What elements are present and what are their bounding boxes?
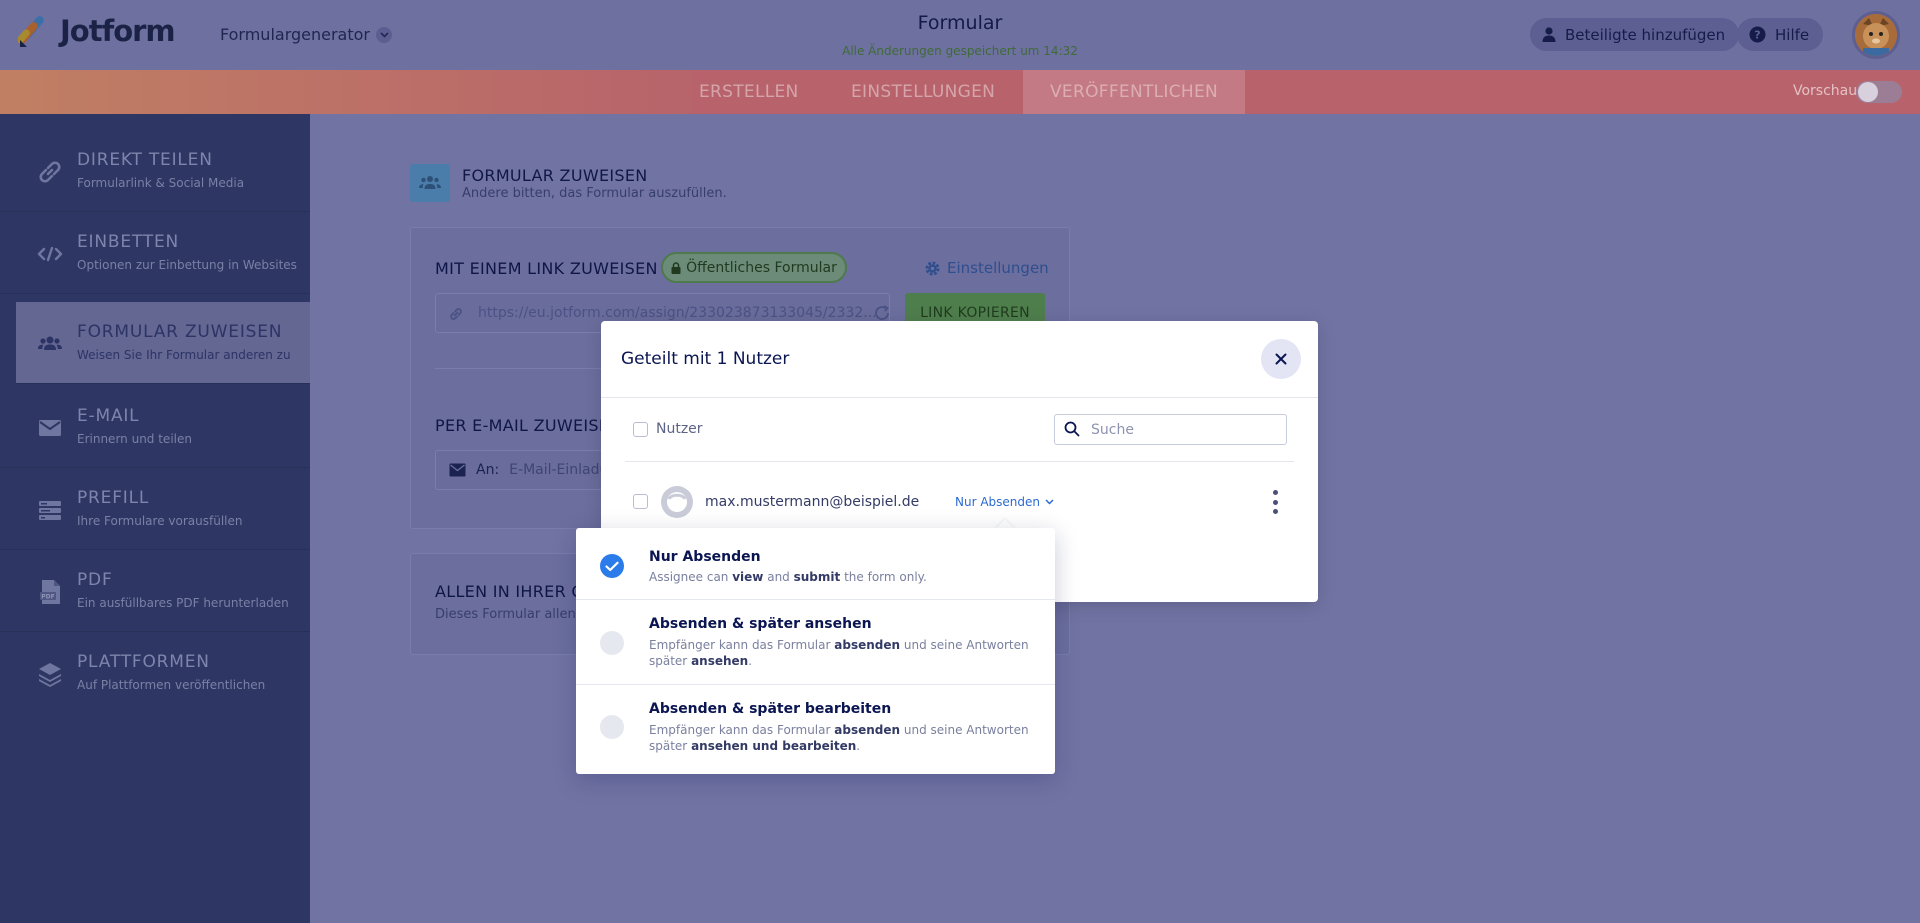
- sidebar-item-subtitle: Erinnern und teilen: [77, 432, 192, 446]
- user-email: max.mustermann@beispiel.de: [705, 494, 920, 510]
- help-icon: ?: [1749, 26, 1766, 43]
- role-option-desc: Empfänger kann das Formular absenden und…: [649, 638, 1029, 668]
- user-icon: [1542, 27, 1556, 42]
- assign-section-icon: [410, 164, 450, 202]
- user-more-options-icon[interactable]: [1272, 490, 1278, 514]
- close-modal-button[interactable]: [1261, 339, 1301, 379]
- role-dropdown-menu: Nur Absenden Assignee can view and submi…: [576, 528, 1055, 774]
- settings-label: Einstellungen: [947, 259, 1049, 277]
- user-role-dropdown[interactable]: Nur Absenden: [955, 495, 1054, 509]
- sidebar-item-direct-share[interactable]: DIREKT TEILEN Formularlink & Social Medi…: [0, 130, 310, 212]
- org-assign-label: ALLEN IN IHRER O: [435, 582, 585, 601]
- pdf-icon: PDF: [36, 578, 64, 606]
- email-invite-placeholder: E-Mail-Einladu: [509, 462, 609, 478]
- tab-publish[interactable]: VERÖFFENTLICHEN: [1023, 70, 1246, 114]
- user-row-checkbox[interactable]: [633, 494, 648, 509]
- help-label: Hilfe: [1775, 25, 1810, 44]
- preview-label: Vorschau: [1793, 83, 1858, 99]
- public-form-badge[interactable]: Öffentliches Formular: [661, 252, 847, 283]
- modal-title: Geteilt mit 1 Nutzer: [621, 349, 790, 369]
- role-option-title: Absenden & später ansehen: [649, 616, 872, 632]
- assign-link-url: https://eu.jotform.com/assign/2330238731…: [478, 305, 877, 321]
- sidebar-item-subtitle: Optionen zur Einbettung in Websites: [77, 258, 297, 272]
- radio-unselected-icon[interactable]: [600, 715, 624, 739]
- sidebar-item-subtitle: Weisen Sie Ihr Formular anderen zu: [77, 348, 291, 362]
- lock-icon: [671, 261, 681, 274]
- prefill-icon: [36, 496, 64, 524]
- link-icon: [36, 158, 64, 186]
- email-invite-input[interactable]: An: E-Mail-Einladu: [435, 450, 615, 490]
- link-icon: [450, 308, 462, 320]
- role-option-desc: Assignee can view and submit the form on…: [649, 570, 927, 584]
- role-option-title: Absenden & später bearbeiten: [649, 701, 892, 717]
- sidebar-item-subtitle: Ein ausfüllbares PDF herunterladen: [77, 596, 289, 610]
- select-all-users-checkbox[interactable]: [633, 422, 648, 437]
- section-subtitle: Andere bitten, das Formular auszufüllen.: [462, 186, 727, 201]
- preview-toggle[interactable]: [1856, 81, 1902, 103]
- sidebar-item-subtitle: Auf Plattformen veröffentlichen: [77, 678, 266, 692]
- public-form-label: Öffentliches Formular: [686, 259, 837, 276]
- org-assign-desc: Dieses Formular allen I: [435, 607, 584, 622]
- role-option-submit-only[interactable]: Nur Absenden Assignee can view and submi…: [576, 528, 1055, 600]
- tab-create[interactable]: ERSTELLEN: [699, 70, 799, 114]
- sidebar-item-title: PDF: [77, 570, 113, 590]
- link-settings-button[interactable]: Einstellungen: [924, 259, 1049, 277]
- section-title: FORMULAR ZUWEISEN: [462, 166, 648, 185]
- refresh-icon: [875, 305, 889, 320]
- sidebar-item-title: DIREKT TEILEN: [77, 150, 213, 170]
- help-button[interactable]: ? Hilfe: [1737, 18, 1824, 51]
- user-role-label: Nur Absenden: [955, 495, 1041, 509]
- sidebar-item-prefill[interactable]: PREFILL Ihre Formulare vorausfüllen: [0, 468, 310, 550]
- app-header: Jotform Formulargenerator Formular Alle …: [0, 0, 1920, 70]
- link-assign-label: MIT EINEM LINK ZUWEISEN: [435, 259, 658, 278]
- modal-header: Geteilt mit 1 Nutzer: [601, 321, 1318, 398]
- radio-unselected-icon[interactable]: [600, 631, 624, 655]
- users-column-header: Nutzer: [656, 421, 703, 437]
- sidebar-item-title: PREFILL: [77, 488, 150, 508]
- sidebar-item-title: FORMULAR ZUWEISEN: [77, 322, 283, 342]
- email-to-label: An:: [476, 462, 500, 478]
- layers-icon: [36, 660, 64, 688]
- user-avatar-placeholder: [661, 486, 693, 518]
- sidebar-item-platforms[interactable]: PLATTFORMEN Auf Plattformen veröffentlic…: [0, 632, 310, 714]
- add-participants-label: Beteiligte hinzufügen: [1565, 25, 1726, 44]
- role-option-title: Nur Absenden: [649, 549, 761, 565]
- code-icon: [36, 240, 64, 268]
- role-option-submit-edit[interactable]: Absenden & später bearbeiten Empfänger k…: [576, 685, 1055, 774]
- sidebar-item-embed[interactable]: EINBETTEN Optionen zur Einbettung in Web…: [0, 212, 310, 294]
- sidebar-item-title: PLATTFORMEN: [77, 652, 210, 672]
- role-option-desc: Empfänger kann das Formular absenden und…: [649, 723, 1029, 753]
- chevron-down-icon: [1045, 499, 1054, 505]
- gear-icon: [925, 261, 940, 275]
- tab-settings[interactable]: EINSTELLUNGEN: [851, 70, 995, 114]
- user-avatar[interactable]: [1852, 11, 1900, 59]
- sidebar-item-title: E-MAIL: [77, 406, 140, 426]
- search-icon: [1064, 421, 1080, 437]
- user-search-input[interactable]: [1054, 414, 1287, 445]
- envelope-icon: [449, 463, 466, 477]
- sidebar-item-pdf[interactable]: PDF PDF Ein ausfüllbares PDF herunterlad…: [0, 550, 310, 632]
- modal-divider: [625, 461, 1294, 462]
- sidebar-item-title: EINBETTEN: [77, 232, 180, 252]
- close-icon: [1275, 353, 1287, 365]
- svg-text:PDF: PDF: [41, 594, 54, 601]
- role-option-submit-view[interactable]: Absenden & später ansehen Empfänger kann…: [576, 600, 1055, 685]
- checkmark-icon[interactable]: [600, 554, 624, 578]
- sidebar-item-subtitle: Ihre Formulare vorausfüllen: [77, 514, 243, 528]
- sidebar-item-assign-form[interactable]: FORMULAR ZUWEISEN Weisen Sie Ihr Formula…: [16, 302, 310, 384]
- sidebar-item-subtitle: Formularlink & Social Media: [77, 176, 245, 190]
- email-assign-label: PER E-MAIL ZUWEISE: [435, 416, 610, 435]
- add-participants-button[interactable]: Beteiligte hinzufügen: [1530, 18, 1740, 51]
- users-icon: [36, 330, 64, 358]
- sidebar-item-email[interactable]: E-MAIL Erinnern und teilen: [0, 386, 310, 468]
- envelope-icon: [36, 414, 64, 442]
- svg-text:?: ?: [1754, 29, 1760, 42]
